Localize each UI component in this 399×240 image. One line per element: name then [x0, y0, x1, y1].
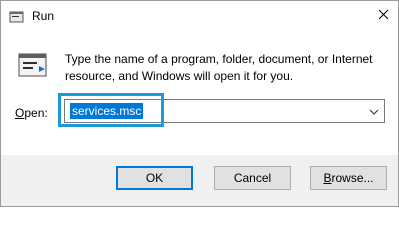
run-app-icon — [17, 50, 49, 82]
close-icon — [378, 9, 389, 23]
open-combobox[interactable]: services.msc — [64, 99, 385, 123]
open-input-value[interactable]: services.msc — [70, 103, 144, 119]
open-label-text: pen: — [24, 106, 48, 120]
close-button[interactable] — [368, 1, 398, 31]
dialog-body: Type the name of a program, folder, docu… — [1, 31, 398, 155]
cancel-button[interactable]: Cancel — [214, 166, 291, 190]
window-title: Run — [32, 9, 55, 23]
browse-label: rowse... — [331, 171, 374, 185]
open-label: Open: — [15, 106, 48, 120]
browse-mnemonic: B — [323, 171, 332, 185]
ok-button[interactable]: OK — [116, 166, 193, 190]
chevron-down-icon — [369, 104, 379, 118]
run-dialog-window: Run Type the name of a program, folder, … — [0, 0, 399, 207]
dropdown-button[interactable] — [364, 100, 384, 122]
browse-button[interactable]: Browse... — [310, 166, 387, 190]
dialog-description: Type the name of a program, folder, docu… — [65, 52, 373, 83]
run-icon — [9, 8, 25, 24]
title-bar[interactable]: Run — [1, 1, 398, 31]
open-label-mnemonic: O — [15, 106, 25, 120]
button-bar: OK Cancel Browse... — [1, 155, 398, 206]
